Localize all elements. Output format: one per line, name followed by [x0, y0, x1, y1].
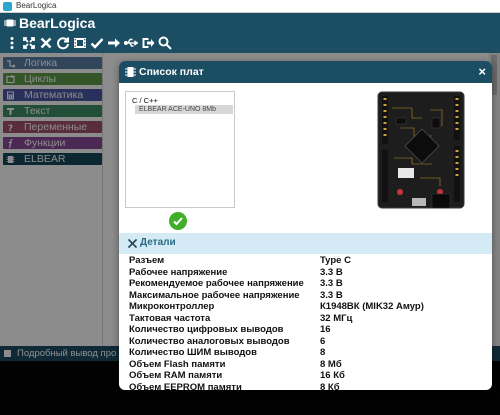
chip-icon: [125, 67, 136, 77]
close-icon[interactable]: [38, 35, 53, 51]
details-title: Детали: [140, 237, 176, 248]
spec-key: Объем RAM памяти: [129, 370, 223, 382]
board-film-icon[interactable]: [72, 35, 87, 51]
spec-row: Тактовая частота 32 МГц: [129, 313, 484, 325]
spec-row: Максимальное рабочее напряжение 3.3 В: [129, 290, 484, 302]
spec-row: Микроконтроллер К1948ВК (MIK32 Амур): [129, 301, 484, 313]
spec-row: Количество ШИМ выводов 8: [129, 347, 484, 359]
checkmark-icon: [173, 217, 183, 226]
spec-key: Количество ШИМ выводов: [129, 347, 257, 359]
spec-row: Рекомендуемое рабочее напряжение 3.3 В: [129, 278, 484, 290]
spec-key: Количество аналоговых выводов: [129, 335, 290, 347]
spec-value: 3.3 В: [320, 266, 343, 278]
spec-value: К1948ВК (MIK32 Амур): [320, 301, 424, 313]
spec-value: 8 Кб: [320, 381, 340, 390]
spec-row: Разъем Type C: [129, 255, 484, 267]
spec-value: 8: [320, 347, 326, 359]
spec-value: 6: [320, 335, 326, 347]
board-group-label: C / C++: [132, 96, 158, 105]
spec-row: Объем Flash памяти 8 Мб: [129, 359, 484, 371]
spec-row: Количество цифровых выводов 16: [129, 324, 484, 336]
spec-row: Количество аналоговых выводов 6: [129, 336, 484, 348]
sign-out-icon[interactable]: [140, 35, 155, 51]
upload-arrow-icon[interactable]: [106, 35, 121, 51]
kebab-menu-icon[interactable]: [4, 35, 19, 51]
search-icon[interactable]: [157, 35, 172, 51]
window-title: BearLogica: [16, 1, 57, 10]
board-list-dialog: Список плат × C / C++ ELBEAR ACE-UNO 8Mb: [119, 61, 492, 390]
spec-row: Объем RAM памяти 16 Кб: [129, 370, 484, 382]
close-icon[interactable]: ×: [478, 64, 486, 79]
spec-value: 32 МГц: [320, 312, 353, 324]
spec-key: Микроконтроллер: [129, 301, 215, 313]
app-header: BearLogica: [0, 13, 500, 33]
dialog-header: Список плат ×: [119, 61, 492, 83]
board-list-item[interactable]: ELBEAR ACE-UNO 8Mb: [135, 105, 233, 114]
toolbar: [0, 33, 500, 53]
spec-value: 16 Кб: [320, 370, 345, 382]
spec-value: Type C: [320, 255, 351, 267]
board-photo: [377, 91, 465, 209]
refresh-icon[interactable]: [55, 35, 70, 51]
spec-key: Количество цифровых выводов: [129, 324, 284, 336]
spec-table: Разъем Type C Рабочее напряжение 3.3 В Рек…: [129, 255, 484, 390]
board-list[interactable]: C / C++ ELBEAR ACE-UNO 8Mb: [125, 91, 235, 208]
spec-value: 8 Мб: [320, 358, 342, 370]
spec-key: Объем EEPROM памяти: [129, 381, 242, 390]
app-brand: BearLogica: [19, 15, 96, 31]
spec-row: Рабочее напряжение 3.3 В: [129, 267, 484, 279]
app-window-icon: [3, 2, 12, 11]
os-titlebar: BearLogica: [0, 0, 500, 13]
spec-row: Объем EEPROM памяти 8 Кб: [129, 381, 484, 390]
usb-icon[interactable]: [123, 35, 138, 51]
checkmark-icon[interactable]: [89, 35, 104, 51]
spec-key: Объем Flash памяти: [129, 358, 226, 370]
spec-key: Разъем: [129, 255, 165, 267]
tools-icon: [128, 239, 137, 248]
fullscreen-icon[interactable]: [21, 35, 36, 51]
spec-key: Рекомендуемое рабочее напряжение: [129, 278, 304, 290]
spec-key: Рабочее напряжение: [129, 266, 228, 278]
spec-value: 3.3 В: [320, 278, 343, 290]
dialog-title: Список плат: [139, 66, 204, 78]
spec-value: 16: [320, 324, 331, 336]
confirm-button[interactable]: [169, 212, 187, 230]
details-header[interactable]: Детали: [119, 233, 492, 254]
chip-logo-icon: [4, 19, 16, 27]
spec-key: Тактовая частота: [129, 312, 211, 324]
spec-value: 3.3 В: [320, 289, 343, 301]
spec-key: Максимальное рабочее напряжение: [129, 289, 300, 301]
